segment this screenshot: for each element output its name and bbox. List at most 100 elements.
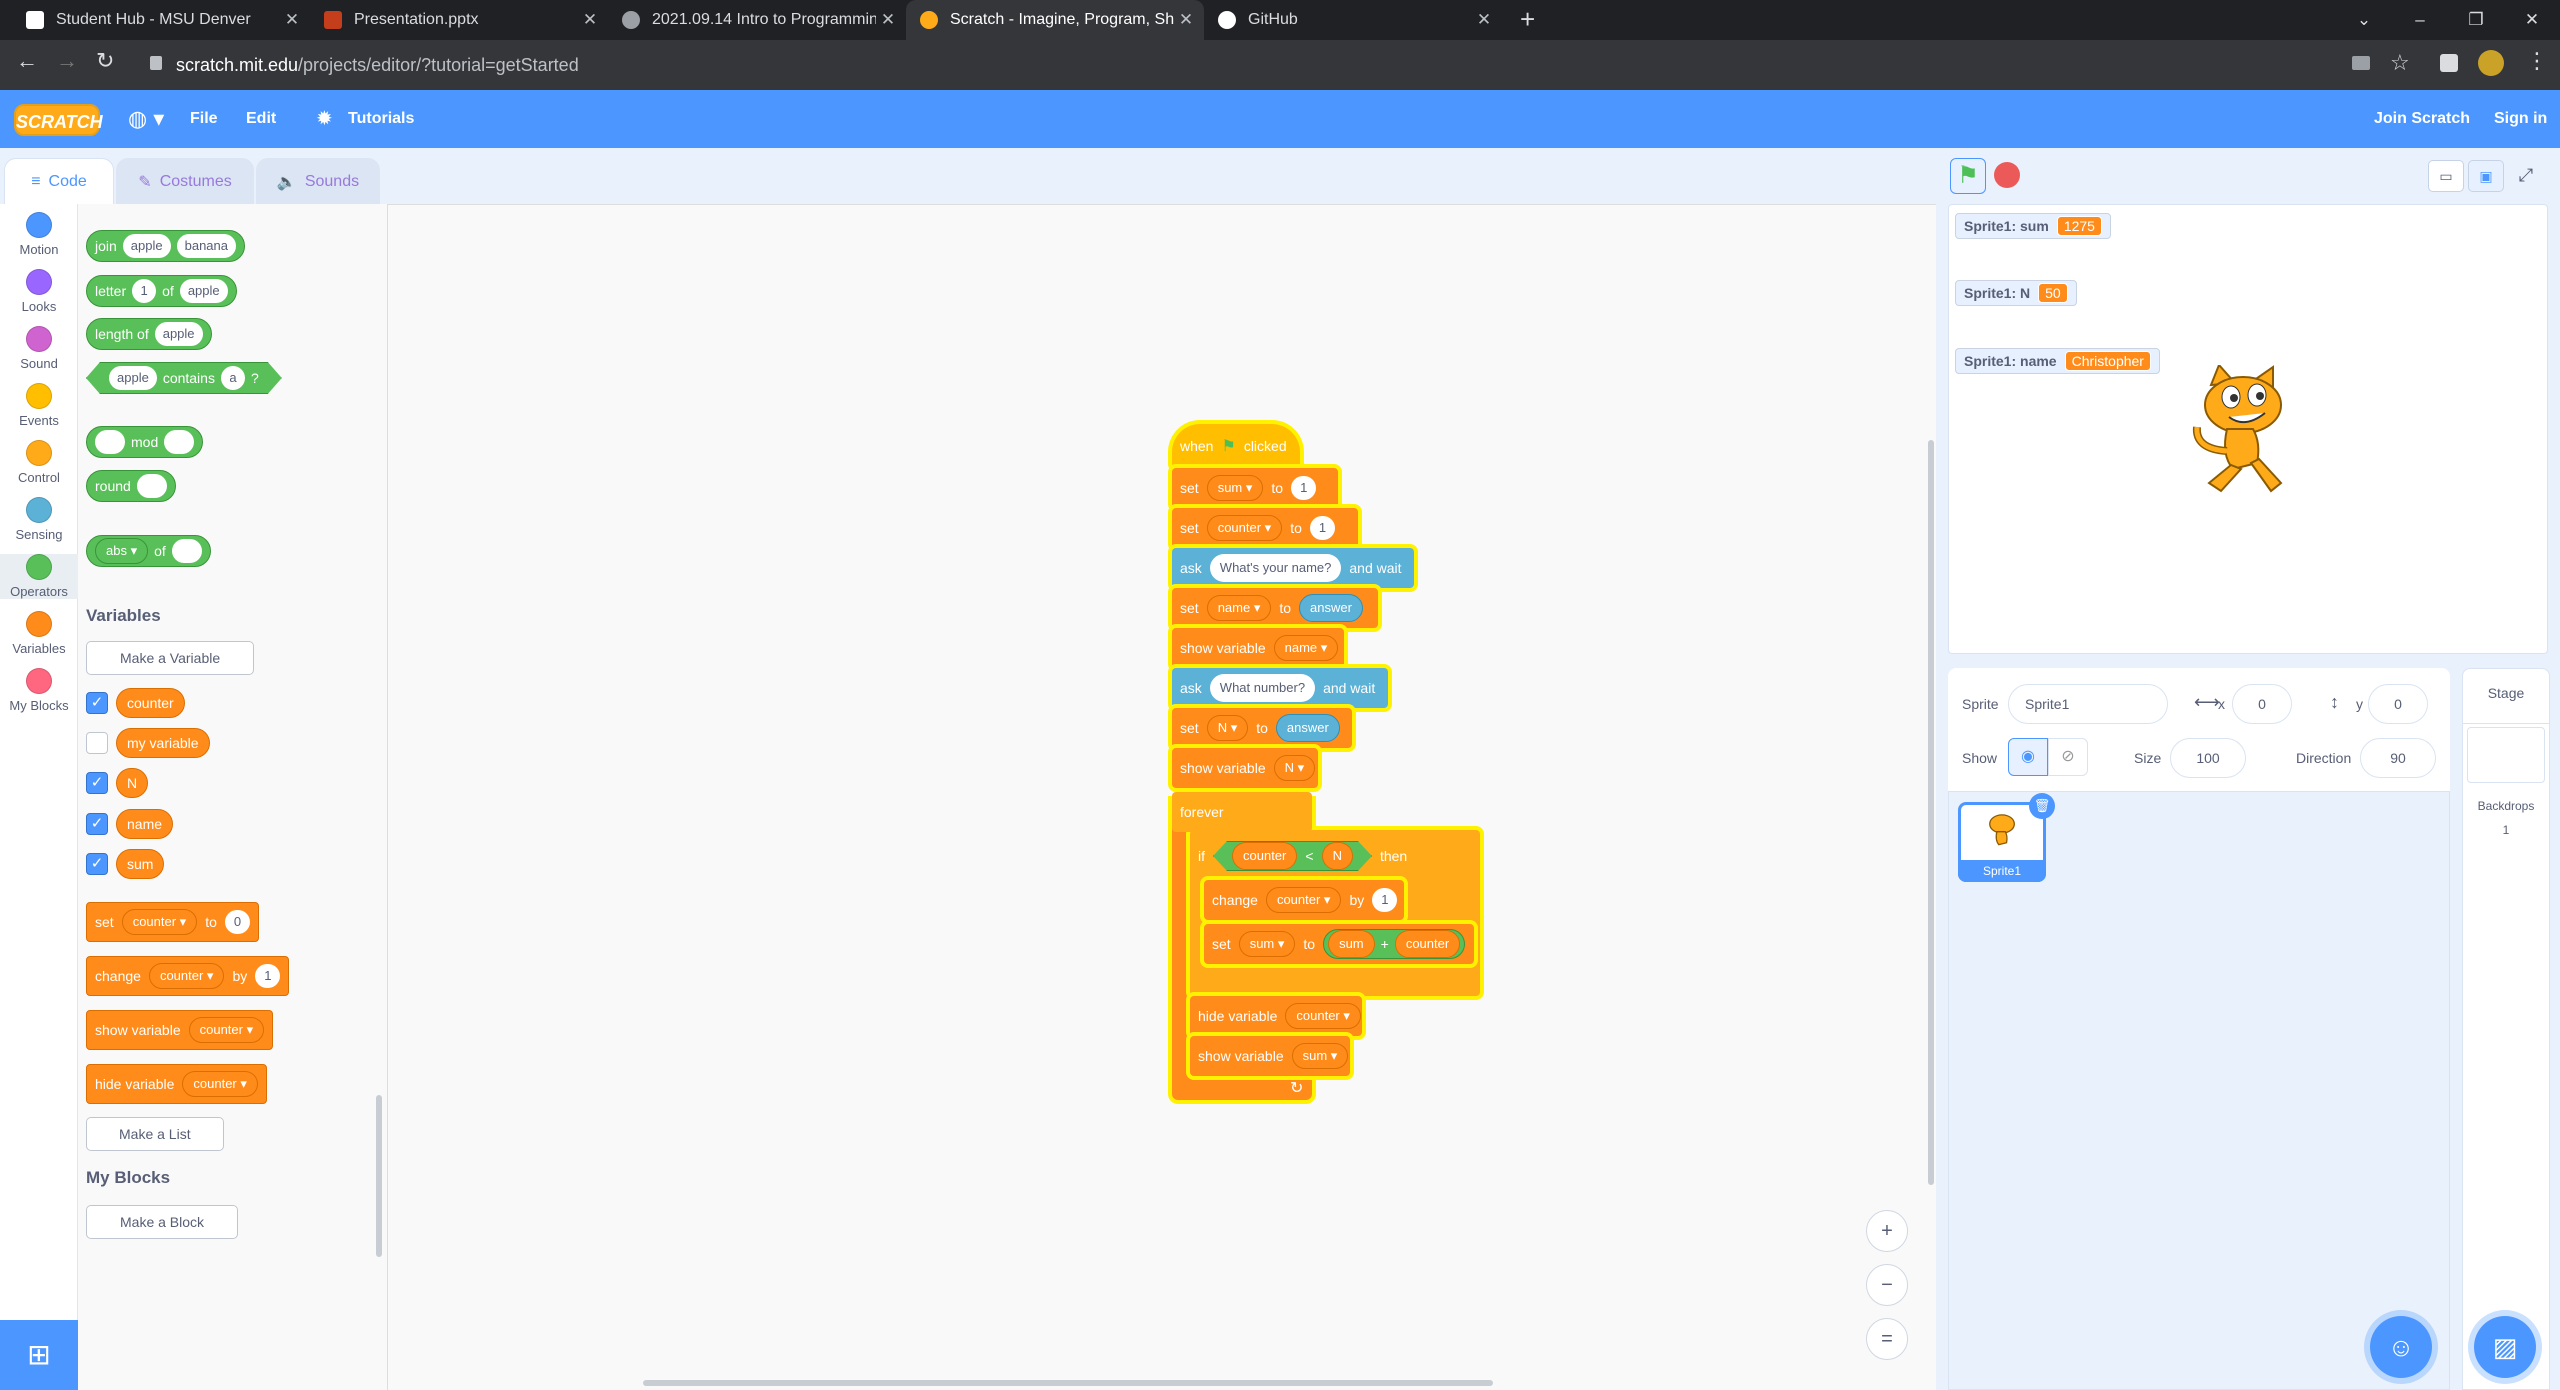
sprite-name-input[interactable]: Sprite1 — [2008, 684, 2168, 724]
tutorials-menu[interactable]: Tutorials — [348, 90, 414, 148]
variable-monitor[interactable]: Sprite1: name Christopher — [1955, 348, 2160, 374]
if-condition-row[interactable]: if counter < Nthen — [1190, 836, 1440, 876]
abs-of-block[interactable]: absof — [86, 535, 211, 567]
hide-variable-block[interactable]: hide variable counter — [86, 1064, 267, 1104]
fullscreen-icon[interactable]: ⤢ — [2508, 160, 2544, 192]
tab-code[interactable]: ≡ Code — [4, 158, 114, 204]
addition-block[interactable]: sum + counter — [1323, 929, 1466, 959]
make-list-button[interactable]: Make a List — [86, 1117, 224, 1151]
mod-block[interactable]: mod — [86, 426, 204, 458]
variable-checkbox[interactable]: ✓ — [86, 692, 108, 714]
stage-target-panel[interactable]: Stage Backdrops 1 — [2462, 668, 2550, 1390]
set-name-block[interactable]: setnametoanswer — [1172, 588, 1378, 628]
letter-of-block[interactable]: letter 1 of apple — [86, 275, 237, 307]
reload-icon[interactable]: ↻ — [96, 48, 114, 74]
edit-menu[interactable]: Edit — [246, 90, 276, 148]
variable-reporter[interactable]: counter — [116, 688, 185, 718]
show-variable-sum-block[interactable]: show variable sum — [1190, 1036, 1350, 1076]
large-stage-icon[interactable]: ▣ — [2468, 160, 2504, 192]
ask-number-block[interactable]: ask What number? and wait — [1172, 668, 1388, 708]
browser-tab[interactable]: Presentation.pptx ✕ — [310, 0, 608, 40]
variable-checkbox[interactable]: ✓ — [86, 853, 108, 875]
round-block[interactable]: round — [86, 470, 176, 502]
stop-button[interactable] — [1994, 162, 2020, 188]
join-scratch-link[interactable]: Join Scratch — [2374, 90, 2470, 148]
close-tab-icon[interactable]: ✕ — [1472, 10, 1496, 30]
file-menu[interactable]: File — [190, 90, 218, 148]
variable-checkbox[interactable]: ✓ — [86, 772, 108, 794]
hide-variable-counter-block[interactable]: hide variable counter — [1190, 996, 1362, 1036]
ask-name-block[interactable]: ask What's your name? and wait — [1172, 548, 1414, 588]
x-position-input[interactable]: 0 — [2232, 684, 2292, 724]
variable-reporter[interactable]: name — [116, 809, 174, 839]
category-looks[interactable]: Looks — [0, 269, 78, 314]
set-sum-block[interactable]: setsumto1 — [1172, 468, 1338, 508]
extensions-icon[interactable] — [2440, 54, 2458, 72]
palette-scrollbar[interactable] — [376, 1095, 382, 1257]
make-variable-button[interactable]: Make a Variable — [86, 641, 255, 675]
close-tab-icon[interactable]: ✕ — [578, 10, 602, 30]
choose-sprite-button[interactable]: ☺ — [2370, 1316, 2432, 1378]
category-motion[interactable]: Motion — [0, 212, 78, 257]
forward-icon[interactable]: → — [56, 48, 78, 74]
y-position-input[interactable]: 0 — [2368, 684, 2428, 724]
scratch-logo[interactable]: SCRATCH — [14, 104, 103, 136]
show-variable-block[interactable]: show variable counter — [86, 1010, 274, 1050]
join-block[interactable]: join apple banana — [86, 230, 245, 262]
zoom-in-button[interactable]: + — [1866, 1210, 1908, 1252]
set-sum-plus-block[interactable]: setsumtosum+counter — [1204, 924, 1474, 964]
sprite-thumbnail[interactable]: Sprite1 🗑 — [1958, 793, 2055, 882]
variable-monitor[interactable]: Sprite1: N 50 — [1955, 280, 2077, 306]
small-stage-icon[interactable]: ▭ — [2428, 160, 2464, 192]
tab-sounds[interactable]: 🔈 Sounds — [256, 158, 380, 204]
add-extension-button[interactable]: ⊞ — [0, 1320, 78, 1390]
change-counter-block[interactable]: changecounterby1 — [1204, 880, 1404, 920]
show-variable-n-block[interactable]: show variable N — [1172, 748, 1318, 788]
contains-block[interactable]: apple contains a? — [86, 362, 282, 394]
set-counter-block[interactable]: setcounterto1 — [1172, 508, 1358, 548]
zoom-out-button[interactable]: − — [1866, 1264, 1908, 1306]
close-tab-icon[interactable]: ✕ — [1174, 10, 1198, 30]
variable-checkbox[interactable]: ✓ — [86, 813, 108, 835]
bookmark-star-icon[interactable]: ☆ — [2390, 50, 2410, 76]
category-control[interactable]: Control — [0, 440, 78, 485]
category-sound[interactable]: Sound — [0, 326, 78, 371]
length-of-block[interactable]: length of apple — [86, 318, 212, 350]
change-variable-block[interactable]: changecounterby1 — [86, 956, 290, 996]
category-operators[interactable]: Operators — [0, 554, 78, 599]
zoom-reset-button[interactable]: = — [1866, 1318, 1908, 1360]
tab-costumes[interactable]: ✎ Costumes — [116, 158, 254, 204]
url-field[interactable]: scratch.mit.edu/projects/editor/?tutoria… — [176, 52, 2376, 78]
profile-avatar[interactable] — [2478, 50, 2504, 76]
category-my-blocks[interactable]: My Blocks — [0, 668, 78, 713]
workspace-horizontal-scrollbar[interactable] — [643, 1380, 1493, 1386]
sign-in-link[interactable]: Sign in — [2494, 90, 2547, 148]
variable-checkbox[interactable] — [86, 732, 108, 754]
new-tab-button[interactable]: + — [1520, 4, 1535, 35]
browser-tab[interactable]: 2021.09.14 Intro to Programming ✕ — [608, 0, 906, 40]
show-sprite-eye-icon[interactable]: ◉ — [2008, 738, 2048, 776]
minimize-icon[interactable]: – — [2392, 0, 2448, 40]
tab-search-icon[interactable]: ⌄ — [2336, 0, 2392, 40]
restore-icon[interactable]: ❐ — [2448, 0, 2504, 40]
variable-reporter[interactable]: N — [116, 768, 149, 798]
when-flag-clicked-hat[interactable]: when ⚑ clicked — [1172, 424, 1300, 468]
scratch-cat-sprite[interactable] — [2181, 365, 2311, 501]
set-n-block[interactable]: setNtoanswer — [1172, 708, 1352, 748]
close-tab-icon[interactable]: ✕ — [280, 10, 304, 30]
category-events[interactable]: Events — [0, 383, 78, 428]
size-input[interactable]: 100 — [2170, 738, 2246, 778]
choose-backdrop-button[interactable]: ▨ — [2474, 1316, 2536, 1378]
category-variables[interactable]: Variables — [0, 611, 78, 656]
show-variable-name-block[interactable]: show variable name — [1172, 628, 1344, 668]
variable-reporter[interactable]: sum — [116, 849, 165, 879]
hide-sprite-eye-icon[interactable]: ⊘ — [2048, 738, 2088, 776]
variable-monitor[interactable]: Sprite1: sum 1275 — [1955, 213, 2111, 239]
stage-canvas[interactable]: Sprite1: sum 1275 Sprite1: N 50 Sprite1: n… — [1948, 204, 2548, 654]
direction-input[interactable]: 90 — [2360, 738, 2436, 778]
back-icon[interactable]: ← — [16, 48, 38, 74]
camera-blocked-icon[interactable] — [2352, 56, 2370, 70]
delete-sprite-icon[interactable]: 🗑 — [2029, 793, 2055, 819]
browser-tab-active[interactable]: Scratch - Imagine, Program, Share ✕ — [906, 0, 1204, 40]
workspace-vertical-scrollbar[interactable] — [1928, 440, 1934, 1185]
